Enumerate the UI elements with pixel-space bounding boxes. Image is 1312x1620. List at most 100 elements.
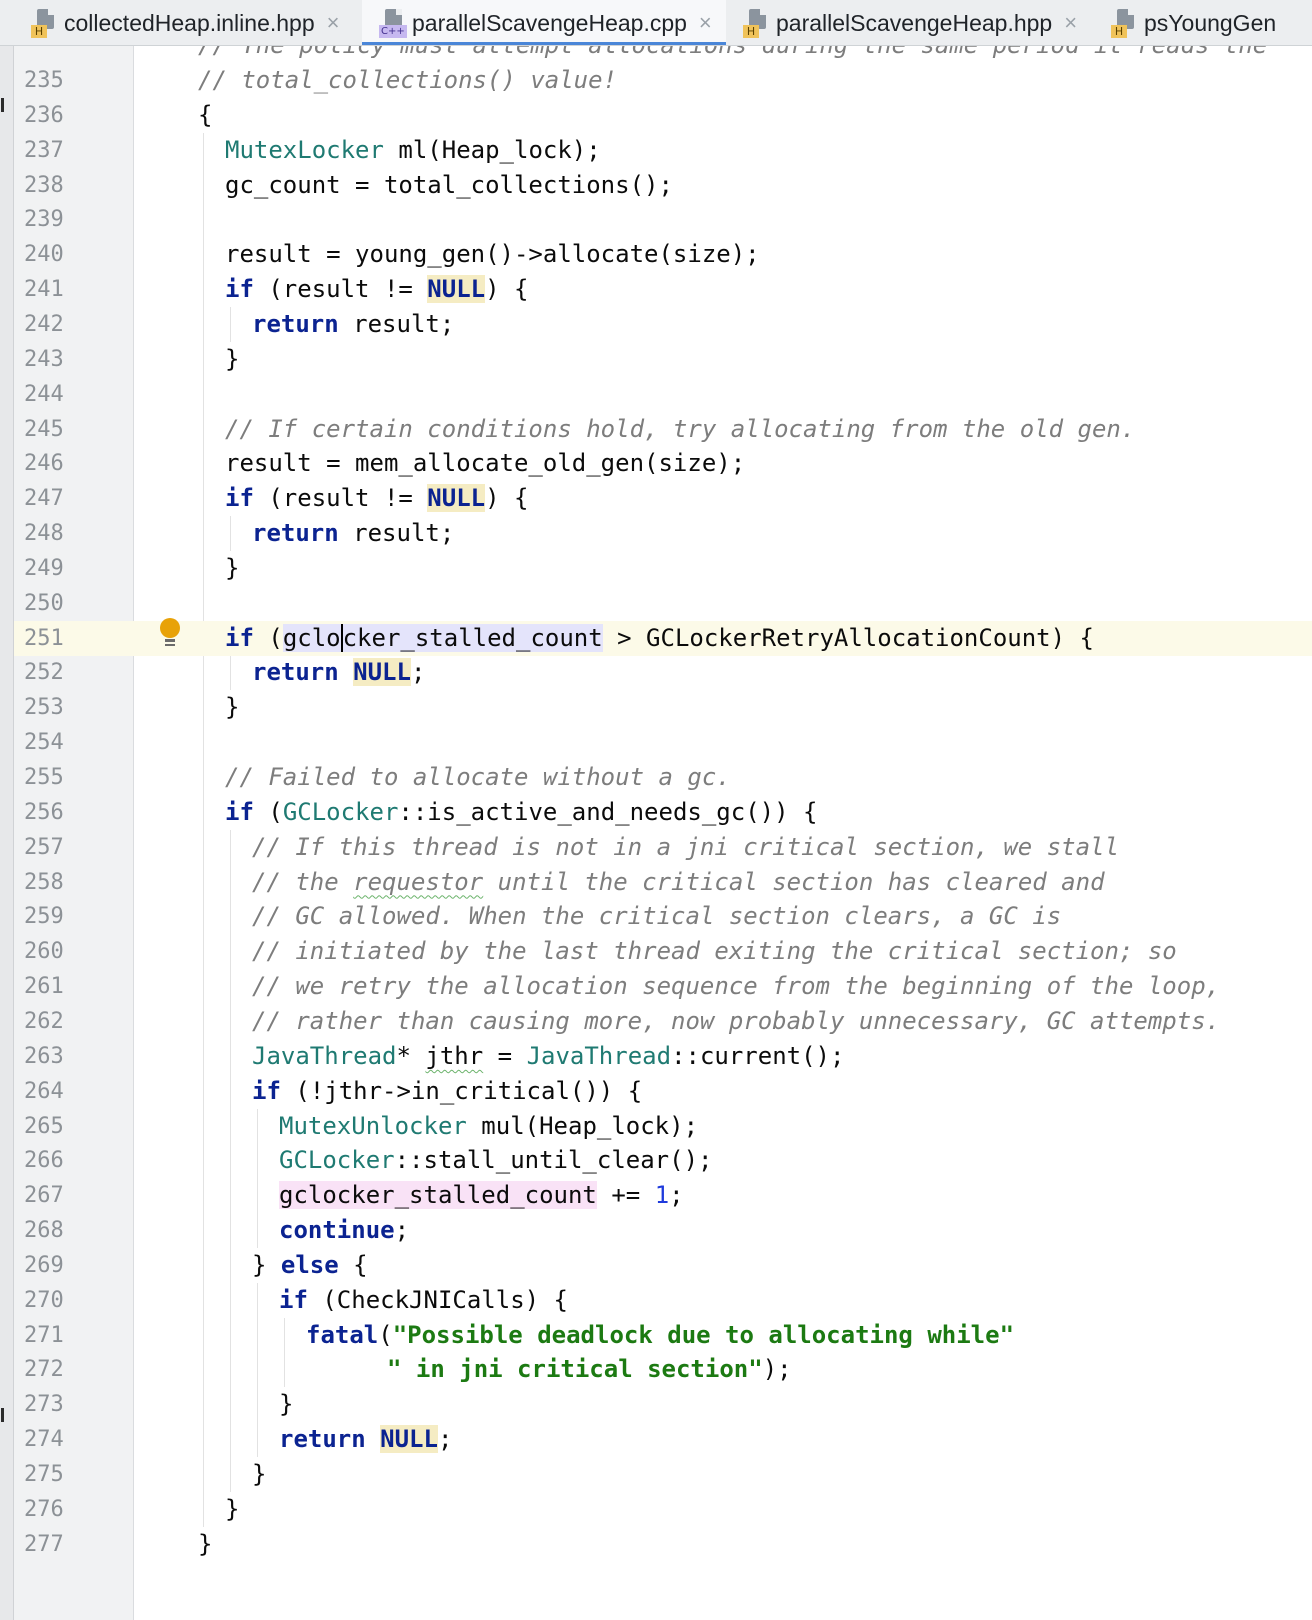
code-line: 262 // rather than causing more, now prob… xyxy=(0,1004,1312,1039)
code-text: // If certain conditions hold, try alloc… xyxy=(225,414,1136,443)
code-line: 249} xyxy=(0,551,1312,586)
code-text: { xyxy=(198,100,213,129)
code-line: 236 { xyxy=(0,98,1312,133)
code-text: result = mem_allocate_old_gen(size); xyxy=(225,449,746,478)
code-text: return result; xyxy=(252,309,455,338)
code-text: if (result != NULL) { xyxy=(225,484,529,513)
line-number: 240 xyxy=(24,242,64,268)
code-line-partial: // The policy must attempt allocations d… xyxy=(0,31,1312,63)
code-text: JavaThread* jthr = JavaThread::current()… xyxy=(252,1041,845,1070)
code-line: 265 MutexUnlocker mul(Heap_lock); xyxy=(0,1109,1312,1144)
code-line: 248 return result; xyxy=(0,516,1312,551)
code-line: 264 if (!jthr->in_critical()) { xyxy=(0,1074,1312,1109)
line-number: 245 xyxy=(24,416,64,442)
code-line: 276} xyxy=(0,1492,1312,1527)
line-number: 244 xyxy=(24,381,64,407)
code-line: 242 return result; xyxy=(0,307,1312,342)
code-line: 259 // GC allowed. When the critical sect… xyxy=(0,899,1312,934)
code-text: // If this thread is not in a jni critic… xyxy=(252,832,1119,861)
line-number: 238 xyxy=(24,172,64,198)
line-number: 273 xyxy=(24,1392,64,1418)
line-number: 248 xyxy=(24,521,64,547)
line-number: 270 xyxy=(24,1287,64,1313)
code-line: 256 if (GCLocker::is_active_and_needs_gc(… xyxy=(0,795,1312,830)
code-text: return NULL; xyxy=(279,1425,453,1454)
code-line: 235 // total_collections() value! xyxy=(0,63,1312,98)
code-text: // total_collections() value! xyxy=(198,66,618,94)
code-text: } xyxy=(279,1390,294,1419)
line-number: 239 xyxy=(24,207,64,233)
code-text: return result; xyxy=(252,519,455,548)
code-text: fatal("Possible deadlock due to allocati… xyxy=(306,1320,1015,1349)
code-line: 267 gclocker_stalled_count += 1; xyxy=(0,1178,1312,1213)
code-text: } xyxy=(225,693,240,722)
line-number: 256 xyxy=(24,799,64,825)
code-line: 272 " in jni critical section"); xyxy=(0,1352,1312,1387)
code-text: // we retry the allocation sequence from… xyxy=(252,972,1221,1001)
code-text: // rather than causing more, now probabl… xyxy=(252,1006,1221,1035)
code-line: 274 return NULL; xyxy=(0,1422,1312,1457)
line-number: 261 xyxy=(24,974,64,1000)
line-number: 267 xyxy=(24,1183,64,1209)
line-number: 235 xyxy=(24,68,64,93)
code-line: 260 // initiated by the last thread exiti… xyxy=(0,934,1312,969)
code-text: // the requestor until the critical sect… xyxy=(252,867,1105,896)
line-number: 236 xyxy=(24,102,64,128)
code-text: result = young_gen()->allocate(size); xyxy=(225,240,760,269)
line-number: 249 xyxy=(24,555,64,581)
code-line: 271 fatal("Possible deadlock due to alloc… xyxy=(0,1318,1312,1353)
line-number: 241 xyxy=(24,277,64,303)
code-line: 273} xyxy=(0,1387,1312,1422)
code-text: if (CheckJNICalls) { xyxy=(279,1285,568,1314)
code-text: // The policy must attempt allocations d… xyxy=(198,31,1268,59)
code-text: // initiated by the last thread exiting … xyxy=(252,937,1177,966)
code-text: } xyxy=(198,1529,213,1558)
code-line: 245 // If certain conditions hold, try al… xyxy=(0,412,1312,447)
line-number: 243 xyxy=(24,346,64,372)
code-text: " in jni critical section"); xyxy=(387,1355,792,1384)
code-text: if (result != NULL) { xyxy=(225,275,529,304)
code-line: 250 xyxy=(0,586,1312,621)
line-number: 262 xyxy=(24,1008,64,1034)
code-line: 261 // we retry the allocation sequence f… xyxy=(0,969,1312,1004)
line-number: 250 xyxy=(24,590,64,616)
line-number: 255 xyxy=(24,765,64,790)
code-editor[interactable]: // The policy must attempt allocations d… xyxy=(0,0,1312,1620)
code-text: // Failed to allocate without a gc. xyxy=(225,763,731,791)
code-line: 277} xyxy=(0,1527,1312,1562)
line-number: 277 xyxy=(24,1531,64,1557)
line-number: 272 xyxy=(24,1357,64,1383)
code-text: } xyxy=(225,553,240,582)
code-text: return NULL; xyxy=(252,658,426,687)
line-number: 260 xyxy=(24,939,64,965)
line-number: 275 xyxy=(24,1462,64,1487)
line-number: 246 xyxy=(24,451,64,477)
line-number: 265 xyxy=(24,1113,64,1139)
code-line: 237 MutexLocker ml(Heap_lock); xyxy=(0,133,1312,168)
code-line: 253} xyxy=(0,690,1312,725)
line-number: 254 xyxy=(24,730,64,756)
line-number: 257 xyxy=(24,834,64,860)
code-line: 251 if (gclocker_stalled_count > GCLocker… xyxy=(14,620,1312,656)
code-line: 257 // If this thread is not in a jni cri… xyxy=(0,830,1312,865)
code-text: gc_count = total_collections(); xyxy=(225,170,673,199)
code-line: 246 result = mem_allocate_old_gen(size); xyxy=(0,446,1312,481)
code-text: if (!jthr->in_critical()) { xyxy=(252,1076,643,1105)
code-line: 275} xyxy=(0,1457,1312,1492)
line-number: 259 xyxy=(24,904,64,930)
code-line: 238 gc_count = total_collections(); xyxy=(0,168,1312,203)
line-number: 274 xyxy=(24,1427,64,1453)
code-text: if (gclocker_stalled_count > GCLockerRet… xyxy=(225,623,1094,652)
line-number: 276 xyxy=(24,1496,64,1522)
code-line: 258 // the requestor until the critical s… xyxy=(0,865,1312,900)
line-number: 253 xyxy=(24,695,64,721)
line-number: 247 xyxy=(24,486,64,512)
code-line: 244 xyxy=(0,377,1312,412)
code-line: 270 if (CheckJNICalls) { xyxy=(0,1283,1312,1318)
code-text: } else { xyxy=(252,1250,368,1279)
code-text: MutexUnlocker mul(Heap_lock); xyxy=(279,1111,699,1140)
code-text: GCLocker::stall_until_clear(); xyxy=(279,1146,713,1175)
line-number: 264 xyxy=(24,1078,64,1104)
code-line: 239 xyxy=(0,202,1312,237)
code-line: 268 continue; xyxy=(0,1213,1312,1248)
